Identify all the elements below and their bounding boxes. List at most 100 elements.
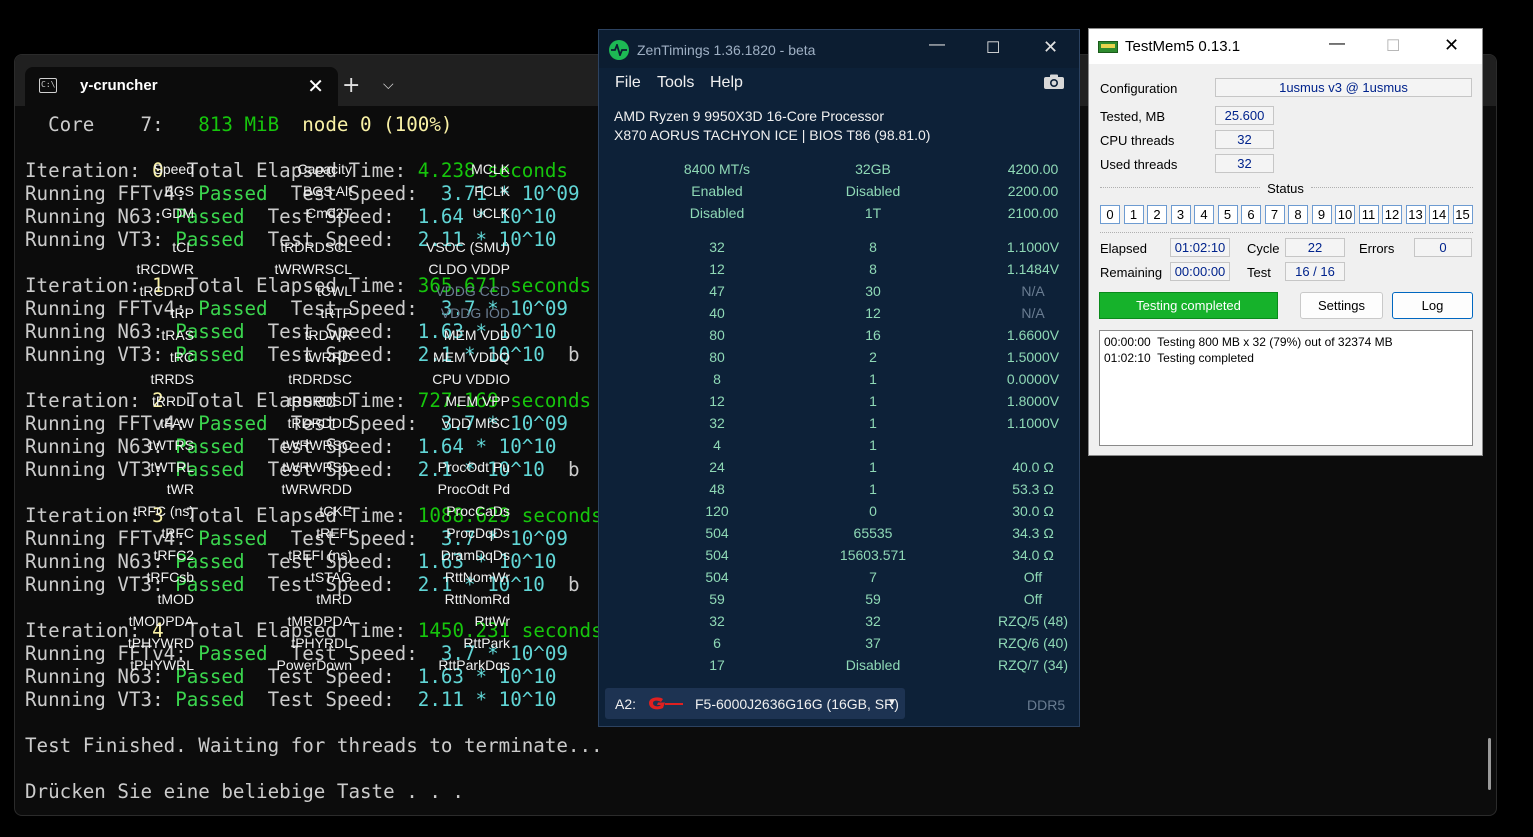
thread-indicator: 4	[1194, 205, 1214, 224]
timing-value: 32	[709, 239, 725, 255]
timing-label: tRC	[169, 349, 194, 365]
minimize-icon[interactable]: —	[1329, 35, 1345, 53]
terminal-text: Running VT3:	[25, 688, 176, 711]
timing-value: 504	[705, 547, 729, 563]
timing-label: tMOD	[157, 591, 194, 607]
timing-label: tMRDPDA	[287, 613, 352, 629]
timing-label: CPU VDDIO	[432, 371, 510, 387]
thread-indicator: 1	[1123, 205, 1144, 224]
timing-value: 1	[869, 437, 877, 453]
timing-value: 1.5000V	[1006, 349, 1060, 365]
terminal-text: Test Speed:	[267, 297, 441, 320]
timing-value: Disabled	[689, 205, 745, 221]
minimize-icon[interactable]: —	[929, 36, 945, 54]
new-tab-plus-icon[interactable]: +	[342, 73, 360, 98]
timing-value: 1.8000V	[1006, 393, 1060, 409]
thread-indicator: 9	[1311, 205, 1332, 224]
terminal-scrollbar[interactable]	[1488, 738, 1491, 790]
timing-value: 1.6600V	[1006, 327, 1060, 343]
timing-value: 0	[869, 503, 877, 519]
menu-tools[interactable]: Tools	[657, 74, 694, 92]
timing-value: 12	[709, 261, 725, 277]
configuration-value: 1usmus v3 @ 1usmus	[1215, 78, 1472, 97]
thread-indicator: 7	[1264, 205, 1285, 224]
thread-indicator: 13	[1405, 205, 1426, 224]
thread-indicator: 11	[1358, 205, 1379, 224]
timing-label: VDDG CCD	[435, 283, 510, 299]
timing-label: tMODPDA	[128, 613, 194, 629]
timing-label: tRFC (ns)	[133, 503, 194, 519]
timing-label: tRDRDSD	[288, 393, 352, 409]
maximize-icon[interactable]: ☐	[986, 38, 1000, 58]
terminal-line: Running VT3: Passed Test Speed: 2.11 * 1…	[25, 688, 603, 711]
camera-icon[interactable]	[1043, 74, 1065, 90]
tab-y-cruncher[interactable]: C:\ y-cruncher ✕	[25, 67, 338, 106]
terminal-text: 3.71 * 10^09	[440, 182, 580, 205]
thread-indicator: 8	[1288, 205, 1308, 224]
zentimings-window: ZenTimings 1.36.1820 - beta — ☐ ✕ File T…	[128, 29, 1080, 727]
timing-value: 24	[709, 459, 725, 475]
log-output[interactable]: 00:00:00 Testing 800 MB x 32 (79%) out o…	[1099, 330, 1473, 446]
terminal-text: b	[544, 458, 580, 481]
timing-value: 47	[709, 283, 725, 299]
timing-value: 8	[713, 371, 721, 387]
timing-label: tCWL	[317, 283, 352, 299]
thread-indicator: 6	[1241, 205, 1261, 224]
timing-label: tRP	[170, 305, 194, 321]
timing-value: 37	[865, 635, 881, 651]
chevron-down-icon[interactable]: ⌵	[383, 77, 394, 93]
terminal-text: 1450.231 seconds	[417, 619, 603, 642]
timing-label: VDDG IOD	[440, 305, 510, 321]
menu-help[interactable]: Help	[710, 74, 743, 92]
timing-label: tRCDRD	[139, 283, 194, 299]
timing-value: N/A	[1021, 305, 1045, 321]
cpu-name: AMD Ryzen 9 9950X3D 16-Core Processor	[614, 108, 885, 124]
close-icon[interactable]: ✕	[307, 74, 324, 98]
terminal-text: Iteration:	[25, 389, 153, 412]
timing-value: 59	[865, 591, 881, 607]
thread-indicator: 0	[1100, 205, 1120, 224]
timing-value: 1.1000V	[1006, 239, 1060, 255]
used-threads-label: Used threads	[1100, 157, 1178, 172]
testmem5-titlebar: TestMem5 0.13.1 — ☐ ✕	[1089, 29, 1482, 64]
timing-value: N/A	[1021, 283, 1045, 299]
timing-label: tRRDS	[150, 371, 194, 387]
timing-label: RttNomWr	[444, 569, 510, 585]
timing-label: VSOC (SMU)	[426, 239, 510, 255]
close-icon[interactable]: ✕	[1043, 37, 1058, 58]
timing-label: tPHYWRD	[127, 635, 194, 651]
settings-button[interactable]: Settings	[1300, 292, 1383, 319]
timing-label: tRCDWR	[136, 261, 194, 277]
cpu-threads-label: CPU threads	[1100, 133, 1175, 148]
errors-label: Errors	[1359, 241, 1395, 256]
timing-value: 0.0000V	[1006, 371, 1060, 387]
terminal-text: Drücken Sie eine beliebige Taste . . .	[25, 780, 464, 803]
timing-value: 30.0 Ω	[1012, 503, 1054, 519]
timing-value: 32	[709, 613, 725, 629]
timing-label: RttParkDqs	[438, 657, 510, 673]
thread-indicator: 12	[1382, 205, 1402, 224]
timing-label: tRAS	[161, 327, 194, 343]
timing-value: 2	[869, 349, 877, 365]
close-icon[interactable]: ✕	[1444, 35, 1459, 56]
terminal-text: Passed	[175, 688, 245, 711]
timing-value: 1T	[864, 205, 882, 221]
timing-value: RZQ/6 (40)	[997, 635, 1068, 651]
timing-label: tRRDL	[151, 393, 194, 409]
motherboard-info: X870 AORUS TACHYON ICE | BIOS T86 (98.81…	[614, 127, 931, 143]
timing-value: 2100.00	[1007, 205, 1059, 221]
elapsed-label: Elapsed	[1100, 241, 1147, 256]
terminal-text: Running VT3:	[25, 343, 176, 366]
thread-indicator: 15	[1452, 205, 1473, 224]
dropdown-arrow-icon[interactable]: ▼	[887, 697, 897, 708]
test-value: 16 / 16	[1285, 262, 1345, 281]
timing-value: 2200.00	[1007, 183, 1059, 199]
menu-file[interactable]: File	[615, 74, 641, 92]
timing-label: tRDRDSC	[288, 371, 352, 387]
module-selector[interactable]: A2: F5-6000J2636G16G (16GB, SR) ▼	[605, 688, 905, 719]
tab-title: y-cruncher	[80, 77, 158, 94]
tested-value: 25.600	[1215, 106, 1274, 125]
log-button[interactable]: Log	[1392, 292, 1473, 319]
timing-value: 34.0 Ω	[1012, 547, 1054, 563]
ddr-type: DDR5	[1027, 697, 1066, 713]
